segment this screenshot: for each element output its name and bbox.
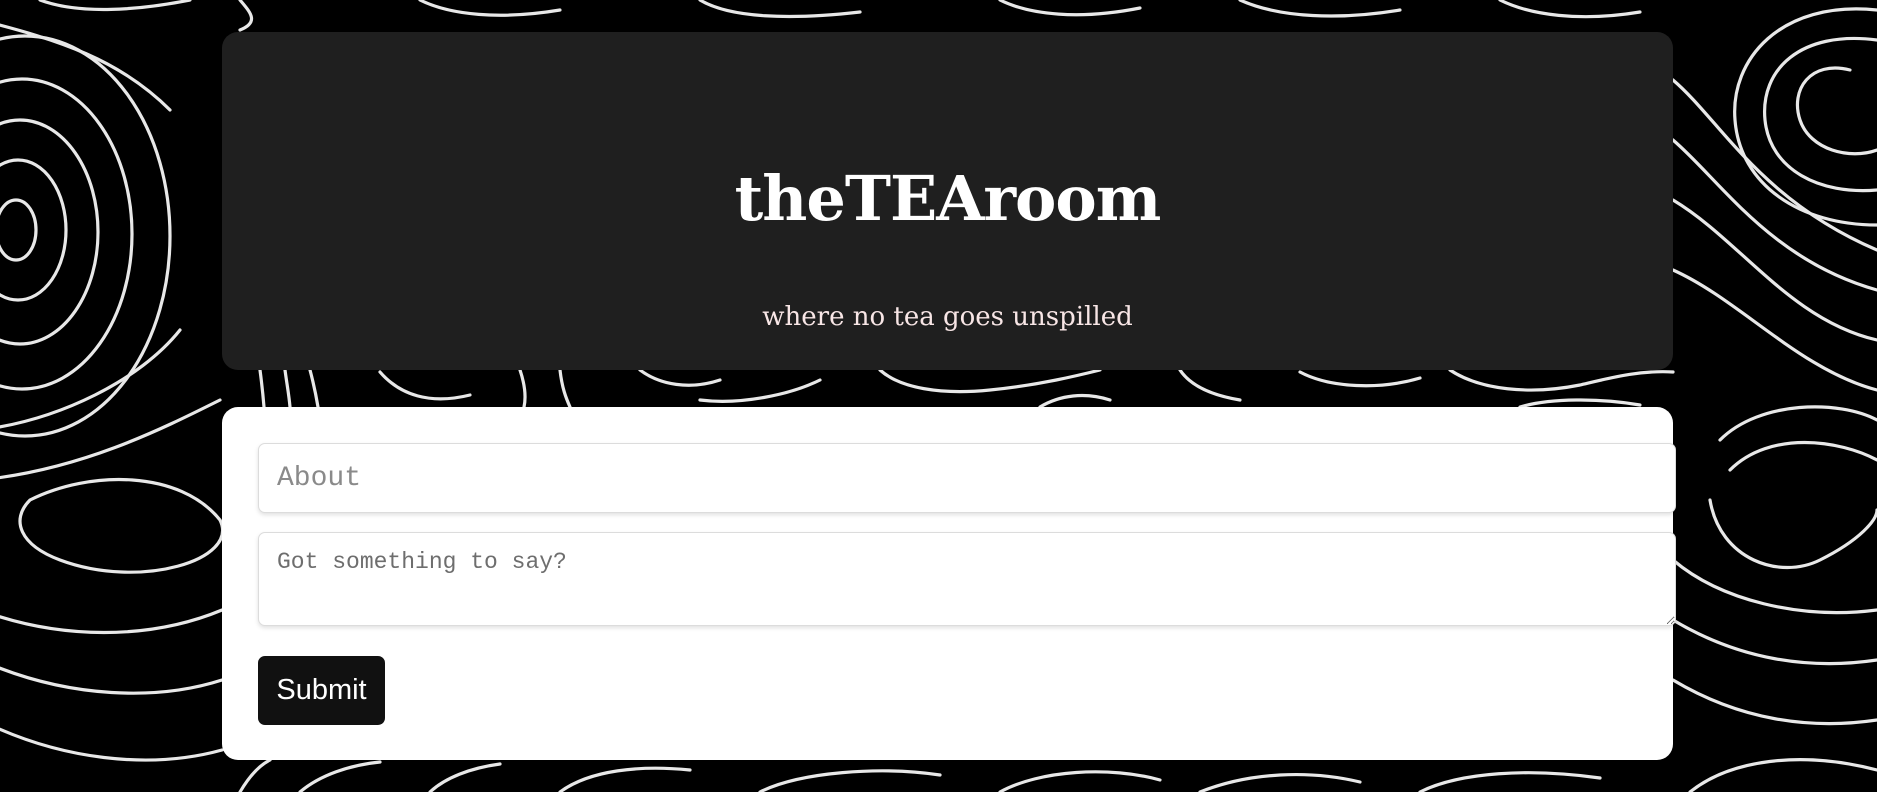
about-input[interactable] (258, 443, 1676, 513)
site-title: theTEAroom (734, 162, 1162, 235)
header-card: theTEAroom where no tea goes unspilled (222, 32, 1673, 370)
message-textarea[interactable] (258, 532, 1676, 626)
submit-button[interactable]: Submit (258, 656, 385, 725)
post-form: Submit (222, 407, 1676, 760)
site-tagline: where no tea goes unspilled (762, 302, 1133, 332)
